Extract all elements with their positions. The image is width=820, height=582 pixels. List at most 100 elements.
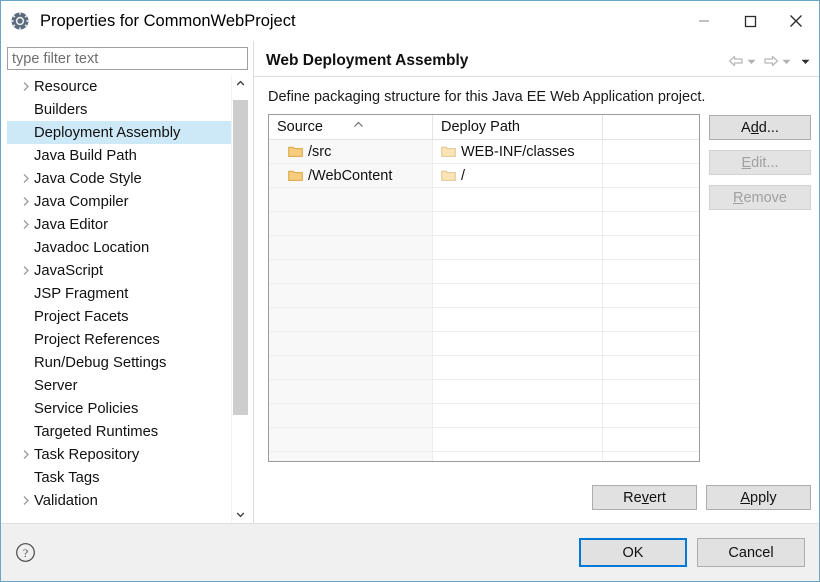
- cell-blank: [603, 260, 699, 283]
- expand-chevron-right-icon[interactable]: [17, 219, 34, 230]
- table-row-empty[interactable]: [269, 260, 699, 284]
- cell-deploy-path: [433, 284, 603, 307]
- sidebar-item-label: Resource: [34, 78, 98, 95]
- table-row-empty[interactable]: [269, 332, 699, 356]
- properties-dialog: Properties for CommonWebProject type fil…: [0, 0, 820, 582]
- sidebar-item-java-build-path[interactable]: Java Build Path: [7, 144, 231, 167]
- cell-deploy-path: [433, 380, 603, 403]
- table-row-empty[interactable]: [269, 380, 699, 404]
- cell-deploy-path: [433, 308, 603, 331]
- ok-button[interactable]: OK: [579, 538, 687, 567]
- sidebar-item-targeted-runtimes[interactable]: Targeted Runtimes: [7, 420, 231, 443]
- cell-blank: [603, 452, 699, 461]
- cancel-button[interactable]: Cancel: [697, 538, 805, 567]
- cell-deploy-path: WEB-INF/classes: [433, 140, 603, 163]
- cell-blank: [603, 236, 699, 259]
- expand-chevron-right-icon[interactable]: [17, 449, 34, 460]
- expand-chevron-right-icon[interactable]: [17, 173, 34, 184]
- cell-deploy-path: [433, 452, 603, 461]
- sidebar-item-resource[interactable]: Resource: [7, 75, 231, 98]
- sidebar-item-server[interactable]: Server: [7, 374, 231, 397]
- cell-deploy-path: [433, 428, 603, 451]
- sidebar-item-label: Service Policies: [34, 400, 139, 417]
- cell-source: [269, 188, 433, 211]
- help-circle-icon[interactable]: ?: [15, 542, 36, 563]
- apply-button[interactable]: Apply: [706, 485, 811, 510]
- sidebar-item-java-editor[interactable]: Java Editor: [7, 213, 231, 236]
- folder-icon: [288, 169, 303, 182]
- cell-source: /WebContent: [269, 164, 433, 187]
- sidebar-item-java-compiler[interactable]: Java Compiler: [7, 190, 231, 213]
- column-header-deploy-path[interactable]: Deploy Path: [433, 115, 603, 139]
- cell-blank: [603, 212, 699, 235]
- table-row-empty[interactable]: [269, 212, 699, 236]
- cell-source: [269, 404, 433, 427]
- expand-chevron-right-icon[interactable]: [17, 81, 34, 92]
- cell-deploy-path: [433, 188, 603, 211]
- table-row-empty[interactable]: [269, 236, 699, 260]
- cell-deploy-path-label: /: [461, 167, 466, 184]
- column-header-deploy-path-label: Deploy Path: [441, 119, 520, 135]
- table-row-empty[interactable]: [269, 428, 699, 452]
- sidebar-item-task-repository[interactable]: Task Repository: [7, 443, 231, 466]
- sidebar-item-service-policies[interactable]: Service Policies: [7, 397, 231, 420]
- filter-input[interactable]: [7, 47, 248, 70]
- table-row[interactable]: /WebContent /: [269, 164, 699, 188]
- close-button[interactable]: [773, 1, 819, 41]
- sidebar-item-run-debug-settings[interactable]: Run/Debug Settings: [7, 351, 231, 374]
- sidebar-item-java-code-style[interactable]: Java Code Style: [7, 167, 231, 190]
- cell-source: [269, 332, 433, 355]
- page-menu-chevron-down-icon[interactable]: [800, 56, 811, 67]
- expand-chevron-right-icon[interactable]: [17, 495, 34, 506]
- cell-source: [269, 308, 433, 331]
- column-header-blank[interactable]: [603, 115, 699, 139]
- table-row-empty[interactable]: [269, 404, 699, 428]
- table-row-empty[interactable]: [269, 452, 699, 461]
- minimize-button[interactable]: [681, 1, 727, 41]
- sidebar-item-validation[interactable]: Validation: [7, 489, 231, 512]
- forward-menu-chevron-down-icon[interactable]: [781, 56, 792, 67]
- sidebar-item-project-facets[interactable]: Project Facets: [7, 305, 231, 328]
- back-menu-chevron-down-icon[interactable]: [746, 56, 757, 67]
- sidebar-item-builders[interactable]: Builders: [7, 98, 231, 121]
- sidebar-item-javascript[interactable]: JavaScript: [7, 259, 231, 282]
- back-arrow-icon[interactable]: [728, 54, 744, 68]
- scroll-up-arrow-icon[interactable]: [232, 75, 248, 92]
- column-header-source[interactable]: Source: [269, 115, 433, 139]
- revert-button[interactable]: Re v ert: [592, 485, 697, 510]
- page-title: Web Deployment Assembly: [266, 52, 469, 69]
- footer-buttons: OK Cancel: [579, 538, 805, 567]
- cell-source: [269, 212, 433, 235]
- expand-chevron-right-icon[interactable]: [17, 196, 34, 207]
- sidebar-item-label: Project References: [34, 331, 160, 348]
- deployment-assembly-table[interactable]: Source Deploy Path /src WEB-INF/classes …: [268, 114, 700, 462]
- sidebar-item-label: Task Tags: [34, 469, 100, 486]
- forward-arrow-icon[interactable]: [763, 54, 779, 68]
- add-button[interactable]: Ad d...: [709, 115, 811, 140]
- table-row-empty[interactable]: [269, 356, 699, 380]
- sidebar-item-jsp-fragment[interactable]: JSP Fragment: [7, 282, 231, 305]
- settings-nav-pane: Resource Builders Deployment Assembly Java …: [1, 41, 253, 523]
- expand-chevron-right-icon[interactable]: [17, 265, 34, 276]
- maximize-button[interactable]: [727, 1, 773, 41]
- tree-scrollbar[interactable]: [231, 75, 248, 523]
- sidebar-item-javadoc-location[interactable]: Javadoc Location: [7, 236, 231, 259]
- scrollbar-thumb[interactable]: [233, 100, 248, 415]
- sidebar-item-label: JSP Fragment: [34, 285, 129, 302]
- table-row-empty[interactable]: [269, 308, 699, 332]
- svg-text:?: ?: [23, 546, 28, 560]
- title-bar: Properties for CommonWebProject: [1, 1, 819, 41]
- sidebar-item-deployment-assembly[interactable]: Deployment Assembly: [7, 121, 231, 144]
- table-row[interactable]: /src WEB-INF/classes: [269, 140, 699, 164]
- table-row-empty[interactable]: [269, 284, 699, 308]
- remove-button: Remove: [709, 185, 811, 210]
- dialog-body: Resource Builders Deployment Assembly Java …: [1, 41, 819, 523]
- sidebar-item-task-tags[interactable]: Task Tags: [7, 466, 231, 489]
- sidebar-item-project-references[interactable]: Project References: [7, 328, 231, 351]
- cell-source: [269, 260, 433, 283]
- scroll-down-arrow-icon[interactable]: [232, 506, 248, 523]
- cell-blank: [603, 428, 699, 451]
- table-row-empty[interactable]: [269, 188, 699, 212]
- sidebar-item-label: JavaScript: [34, 262, 104, 279]
- sidebar-item-label: Javadoc Location: [34, 239, 150, 256]
